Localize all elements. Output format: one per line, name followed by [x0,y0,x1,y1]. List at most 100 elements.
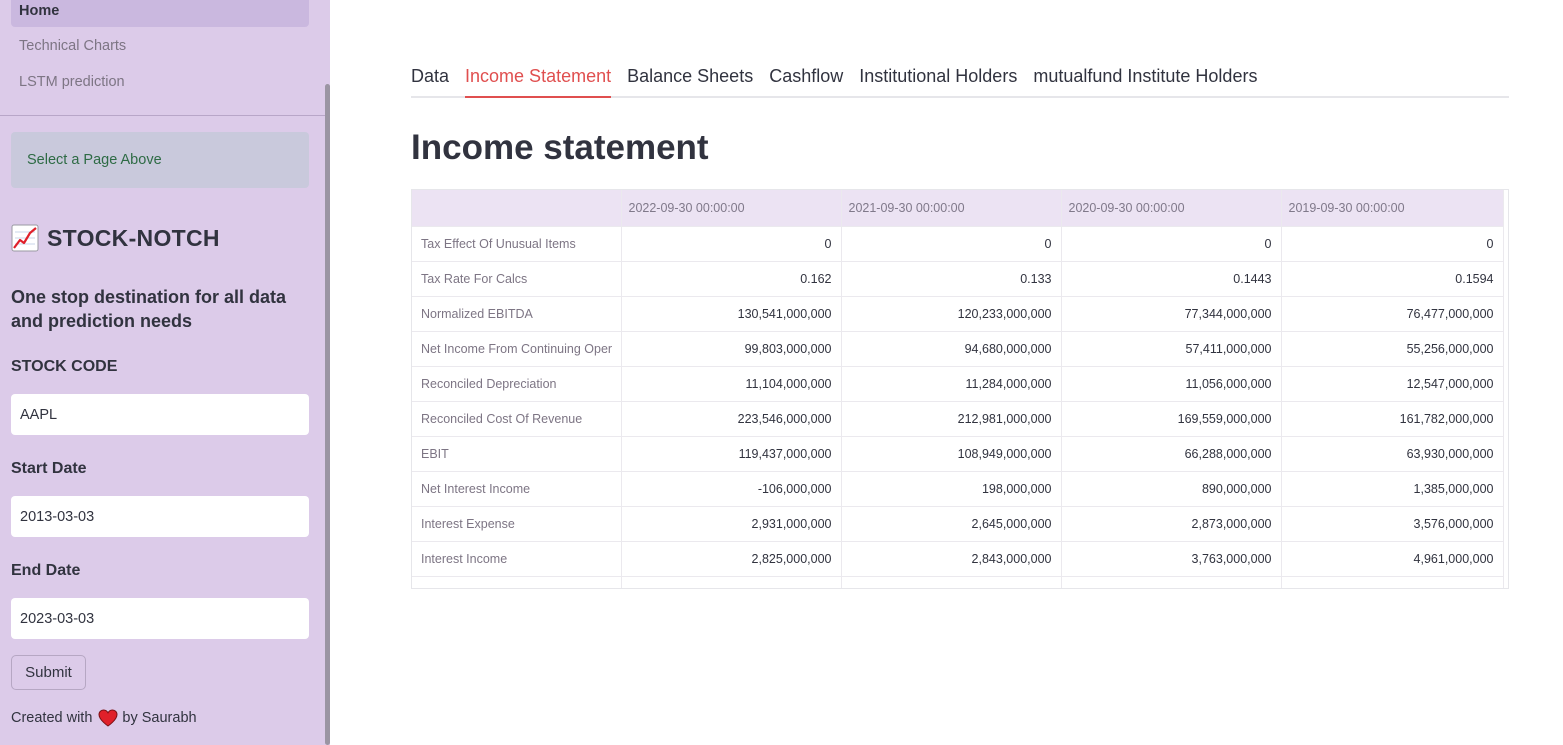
table-cell: 3,576,000,000 [1281,506,1504,542]
tab-mutualfund-institute-holders[interactable]: mutualfund Institute Holders [1033,60,1257,96]
table-cell: 2,873,000,000 [1061,506,1282,542]
table-cell [841,576,1062,588]
table-header-row: 2022-09-30 00:00:00 2021-09-30 00:00:00 … [412,190,1504,227]
column-header[interactable]: 2022-09-30 00:00:00 [621,190,842,227]
tab-institutional-holders[interactable]: Institutional Holders [859,60,1017,96]
footer-suffix: by Saurabh [122,710,197,726]
table-cell: 11,056,000,000 [1061,366,1282,402]
table-cell: 0 [841,226,1062,262]
table-cell: 212,981,000,000 [841,401,1062,437]
row-label: Interest Income [412,541,622,577]
table-cell: 57,411,000,000 [1061,331,1282,367]
info-alert: Select a Page Above [11,132,309,188]
table-cell: 2,931,000,000 [621,506,842,542]
tab-cashflow[interactable]: Cashflow [769,60,843,96]
table-cell: 63,930,000,000 [1281,436,1504,472]
table-cell: 4,961,000,000 [1281,541,1504,577]
page-title: Income statement [411,128,709,167]
sidebar-scrollbar[interactable] [325,84,330,745]
table-cell: 12,547,000,000 [1281,366,1504,402]
table-cell: 108,949,000,000 [841,436,1062,472]
table-cell: 66,288,000,000 [1061,436,1282,472]
header-corner [412,190,622,227]
table-row: Net Income From Continuing Oper 99,803,0… [412,331,1504,367]
table-cell: -106,000,000 [621,471,842,507]
table-row: Interest Expense 2,931,000,000 2,645,000… [412,506,1504,542]
row-label: Net Income From Continuing Oper [412,331,622,367]
table-row: Interest Income 2,825,000,000 2,843,000,… [412,541,1504,577]
nav-item-home[interactable]: Home [11,0,309,27]
table-cell: 76,477,000,000 [1281,296,1504,332]
table-row: Net Interest Income -106,000,000 198,000… [412,471,1504,507]
table-cell: 11,104,000,000 [621,366,842,402]
row-label: EBIT [412,436,622,472]
table-row: EBIT 119,437,000,000 108,949,000,000 66,… [412,436,1504,472]
column-header[interactable]: 2020-09-30 00:00:00 [1061,190,1282,227]
table-cell: 0.1594 [1281,261,1504,297]
table-cell: 99,803,000,000 [621,331,842,367]
column-header[interactable]: 2019-09-30 00:00:00 [1281,190,1504,227]
table-cell: 890,000,000 [1061,471,1282,507]
footer-prefix: Created with [11,710,93,726]
submit-button[interactable]: Submit [11,655,86,690]
table-cell: 120,233,000,000 [841,296,1062,332]
heart-icon [98,709,118,727]
row-label: Tax Effect Of Unusual Items [412,226,622,262]
table-cell: 94,680,000,000 [841,331,1062,367]
stock-code-label: STOCK CODE [11,358,118,375]
sidebar: Home Technical Charts LSTM prediction Se… [0,0,330,745]
row-label: Reconciled Cost Of Revenue [412,401,622,437]
table-cell: 119,437,000,000 [621,436,842,472]
table-cell: 161,782,000,000 [1281,401,1504,437]
tab-income-statement[interactable]: Income Statement [465,60,612,98]
column-header[interactable]: 2021-09-30 00:00:00 [841,190,1062,227]
nav-divider [0,115,325,116]
brand-name: STOCK-NOTCH [47,224,220,251]
end-date-input[interactable] [11,598,309,639]
row-label: Reconciled Depreciation [412,366,622,402]
table-cell: 223,546,000,000 [621,401,842,437]
table-cell: 3,763,000,000 [1061,541,1282,577]
table-cell: 0 [1061,226,1282,262]
tagline: One stop destination for all data and pr… [11,287,287,331]
table-cell: 0 [1281,226,1504,262]
income-statement-table[interactable]: 2022-09-30 00:00:00 2021-09-30 00:00:00 … [411,189,1509,589]
tab-data[interactable]: Data [411,60,449,96]
row-label: Tax Rate For Calcs [412,261,622,297]
table-cell: 0.162 [621,261,842,297]
table-cell [1061,576,1282,588]
end-date-label: End Date [11,562,81,579]
table-cell: 0 [621,226,842,262]
table-row: Normalized EBITDA 130,541,000,000 120,23… [412,296,1504,332]
row-label: Net Interest Income [412,471,622,507]
stock-code-input[interactable] [11,394,309,435]
table-cell: 0.133 [841,261,1062,297]
table-cell: 2,825,000,000 [621,541,842,577]
footer: Created with by Saurabh [11,707,197,729]
table-row: Reconciled Cost Of Revenue 223,546,000,0… [412,401,1504,437]
tab-bar: Data Income Statement Balance Sheets Cas… [411,60,1509,98]
table-row-partial [412,576,1504,588]
table-cell [1281,576,1504,588]
table-cell: 1,385,000,000 [1281,471,1504,507]
table-cell [621,576,842,588]
table-cell: 77,344,000,000 [1061,296,1282,332]
table-cell: 11,284,000,000 [841,366,1062,402]
row-label: Normalized EBITDA [412,296,622,332]
table-row: Tax Effect Of Unusual Items 0 0 0 0 [412,226,1504,262]
row-label: Interest Expense [412,506,622,542]
nav-item-technical-charts[interactable]: Technical Charts [11,30,309,62]
table-row: Tax Rate For Calcs 0.162 0.133 0.1443 0.… [412,261,1504,297]
table-cell: 55,256,000,000 [1281,331,1504,367]
table-cell: 2,645,000,000 [841,506,1062,542]
row-label [412,576,622,588]
table-cell: 2,843,000,000 [841,541,1062,577]
nav-item-lstm-prediction[interactable]: LSTM prediction [11,66,309,98]
tab-balance-sheets[interactable]: Balance Sheets [627,60,753,96]
table-cell: 169,559,000,000 [1061,401,1282,437]
start-date-label: Start Date [11,460,87,477]
start-date-input[interactable] [11,496,309,537]
table-cell: 0.1443 [1061,261,1282,297]
table-row: Reconciled Depreciation 11,104,000,000 1… [412,366,1504,402]
table-cell: 130,541,000,000 [621,296,842,332]
